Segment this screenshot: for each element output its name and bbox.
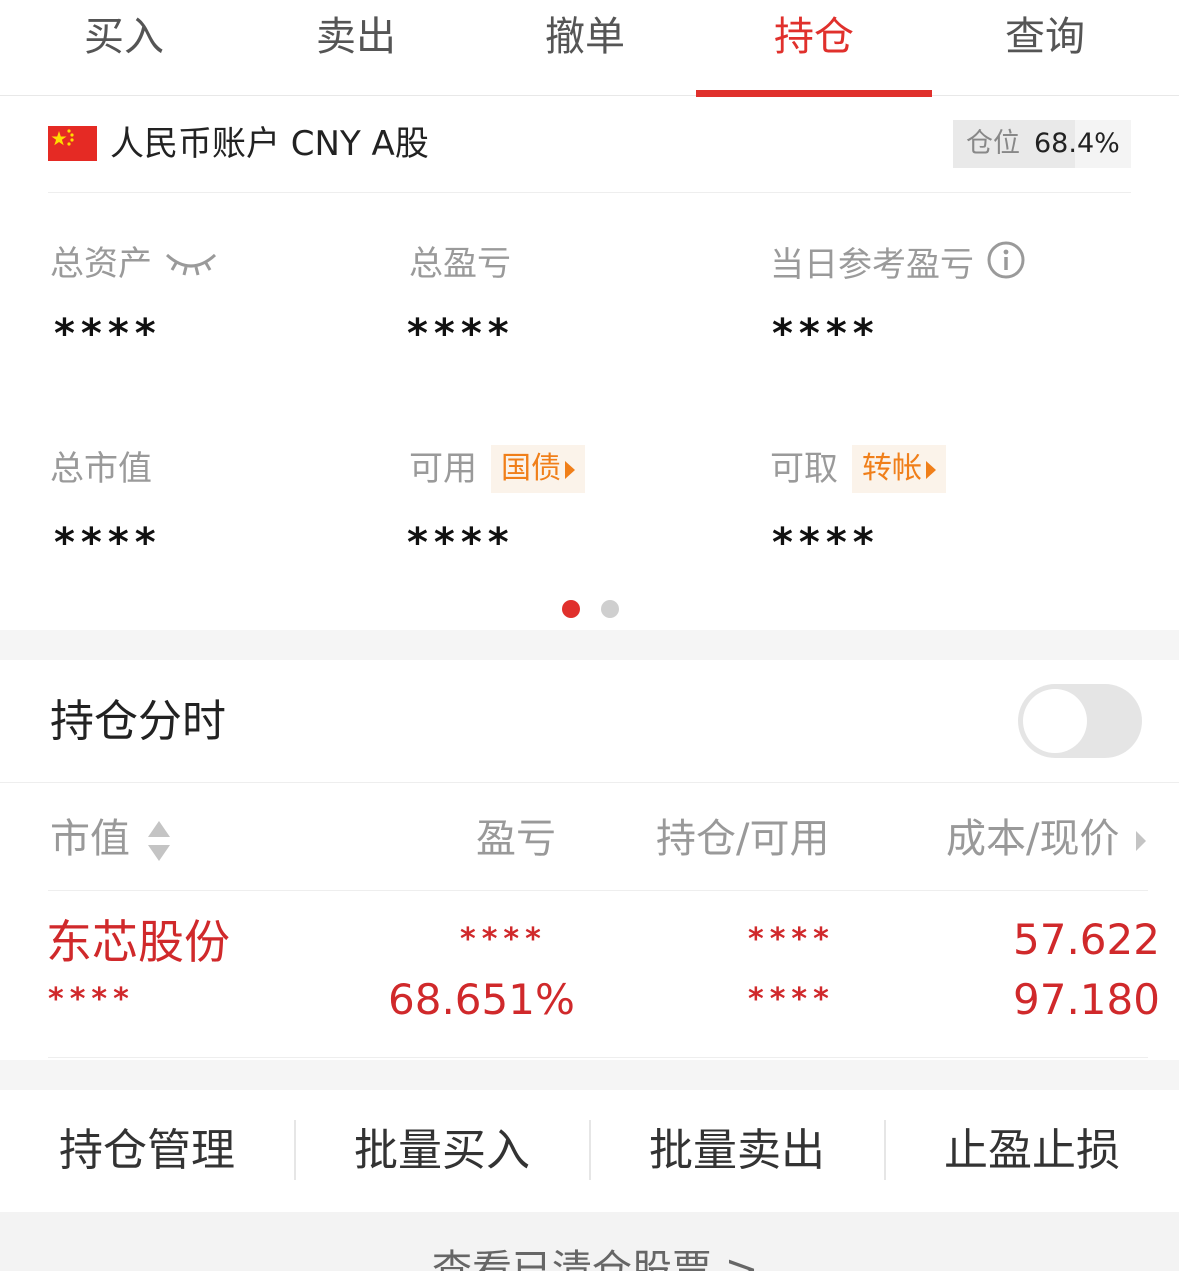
stock-name[interactable]: 东芯股份 <box>46 912 230 972</box>
chevron-right-icon <box>1136 831 1147 851</box>
transfer-tag-text: 转帐 <box>862 451 922 486</box>
take-profit-stop-loss-button[interactable]: 止盈止损 <box>885 1090 1179 1212</box>
row-available: **** <box>748 982 835 1017</box>
section-divider <box>0 630 1179 660</box>
withdrawable-label: 可取 转帐 <box>770 445 946 493</box>
position-ratio-badge: 仓位 68.4% <box>953 120 1131 168</box>
available-value: **** <box>407 520 515 566</box>
row-market-value: **** <box>48 982 135 1017</box>
row-holding: **** <box>748 922 835 957</box>
view-cleared-stocks-link[interactable]: 查看已清仓股票 > <box>432 1242 758 1271</box>
row-current-price: 97.180 <box>1013 975 1160 1024</box>
arrow-right-icon <box>926 460 936 479</box>
eye-closed-icon[interactable] <box>164 242 218 290</box>
tab-buy[interactable]: 买入 <box>6 0 242 96</box>
holding-management-button[interactable]: 持仓管理 <box>0 1090 294 1212</box>
top-tab-bar: 买入 卖出 撤单 持仓 查询 <box>0 0 1179 97</box>
page-dot-active[interactable] <box>562 600 580 618</box>
header-holding-available[interactable]: 持仓/可用 <box>656 811 829 867</box>
arrow-right-icon <box>565 460 575 479</box>
holdings-table-header: 市值 盈亏 持仓/可用 成本/现价 <box>0 782 1179 892</box>
holding-timeshare-title: 持仓分时 <box>50 696 226 747</box>
batch-buy-button[interactable]: 批量买入 <box>295 1090 589 1212</box>
sort-icon <box>147 821 170 861</box>
daily-ref-pl-value: **** <box>772 311 880 357</box>
section-divider <box>0 1060 1179 1090</box>
toggle-knob <box>1023 689 1087 753</box>
header-market-value-text: 市值 <box>50 816 130 862</box>
position-label: 仓位 <box>966 128 1020 159</box>
holding-timeshare-toggle[interactable] <box>1018 684 1142 758</box>
header-cost-price[interactable]: 成本/现价 <box>946 811 1148 867</box>
header-cost-price-text: 成本/现价 <box>946 816 1120 862</box>
position-value: 68.4% <box>1034 128 1120 159</box>
tab-query[interactable]: 查询 <box>927 0 1163 96</box>
total-market-value-value: **** <box>54 520 162 566</box>
header-pl[interactable]: 盈亏 <box>476 811 556 867</box>
total-assets-label-text: 总资产 <box>50 244 152 284</box>
row-divider <box>48 1057 1148 1058</box>
total-pl-label: 总盈亏 <box>409 244 511 284</box>
tab-sell[interactable]: 卖出 <box>238 0 474 96</box>
china-flag-icon <box>48 126 97 161</box>
total-assets-label: 总资产 <box>50 240 218 290</box>
row-divider <box>48 890 1148 891</box>
tab-cancel-order[interactable]: 撤单 <box>467 0 703 96</box>
action-bar: 持仓管理 批量买入 批量卖出 止盈止损 <box>0 1090 1179 1212</box>
account-name[interactable]: 人民币账户 CNY A股 <box>110 120 429 168</box>
header-market-value[interactable]: 市值 <box>50 811 171 867</box>
row-pl-percent: 68.651% <box>388 975 575 1024</box>
total-pl-value: **** <box>407 311 515 357</box>
total-market-value-label: 总市值 <box>50 449 152 489</box>
total-assets-value: **** <box>54 311 162 357</box>
treasury-bond-tag[interactable]: 国债 <box>491 445 585 493</box>
account-header: 人民币账户 CNY A股 仓位 68.4% <box>48 118 1131 193</box>
withdrawable-value: **** <box>772 520 880 566</box>
withdrawable-label-text: 可取 <box>770 449 838 489</box>
treasury-bond-tag-text: 国债 <box>501 451 561 486</box>
tab-holdings[interactable]: 持仓 <box>696 0 932 97</box>
daily-ref-pl-label: 当日参考盈亏 <box>770 240 1026 293</box>
transfer-tag[interactable]: 转帐 <box>852 445 946 493</box>
row-cost: 57.622 <box>1013 915 1160 964</box>
batch-sell-button[interactable]: 批量卖出 <box>590 1090 884 1212</box>
footer: 查看已清仓股票 > <box>0 1212 1179 1271</box>
info-icon[interactable] <box>986 240 1026 293</box>
daily-ref-pl-label-text: 当日参考盈亏 <box>770 245 974 285</box>
row-pl-amount: **** <box>460 922 547 957</box>
available-label: 可用 国债 <box>409 445 585 493</box>
page-dot[interactable] <box>601 600 619 618</box>
available-label-text: 可用 <box>409 449 477 489</box>
